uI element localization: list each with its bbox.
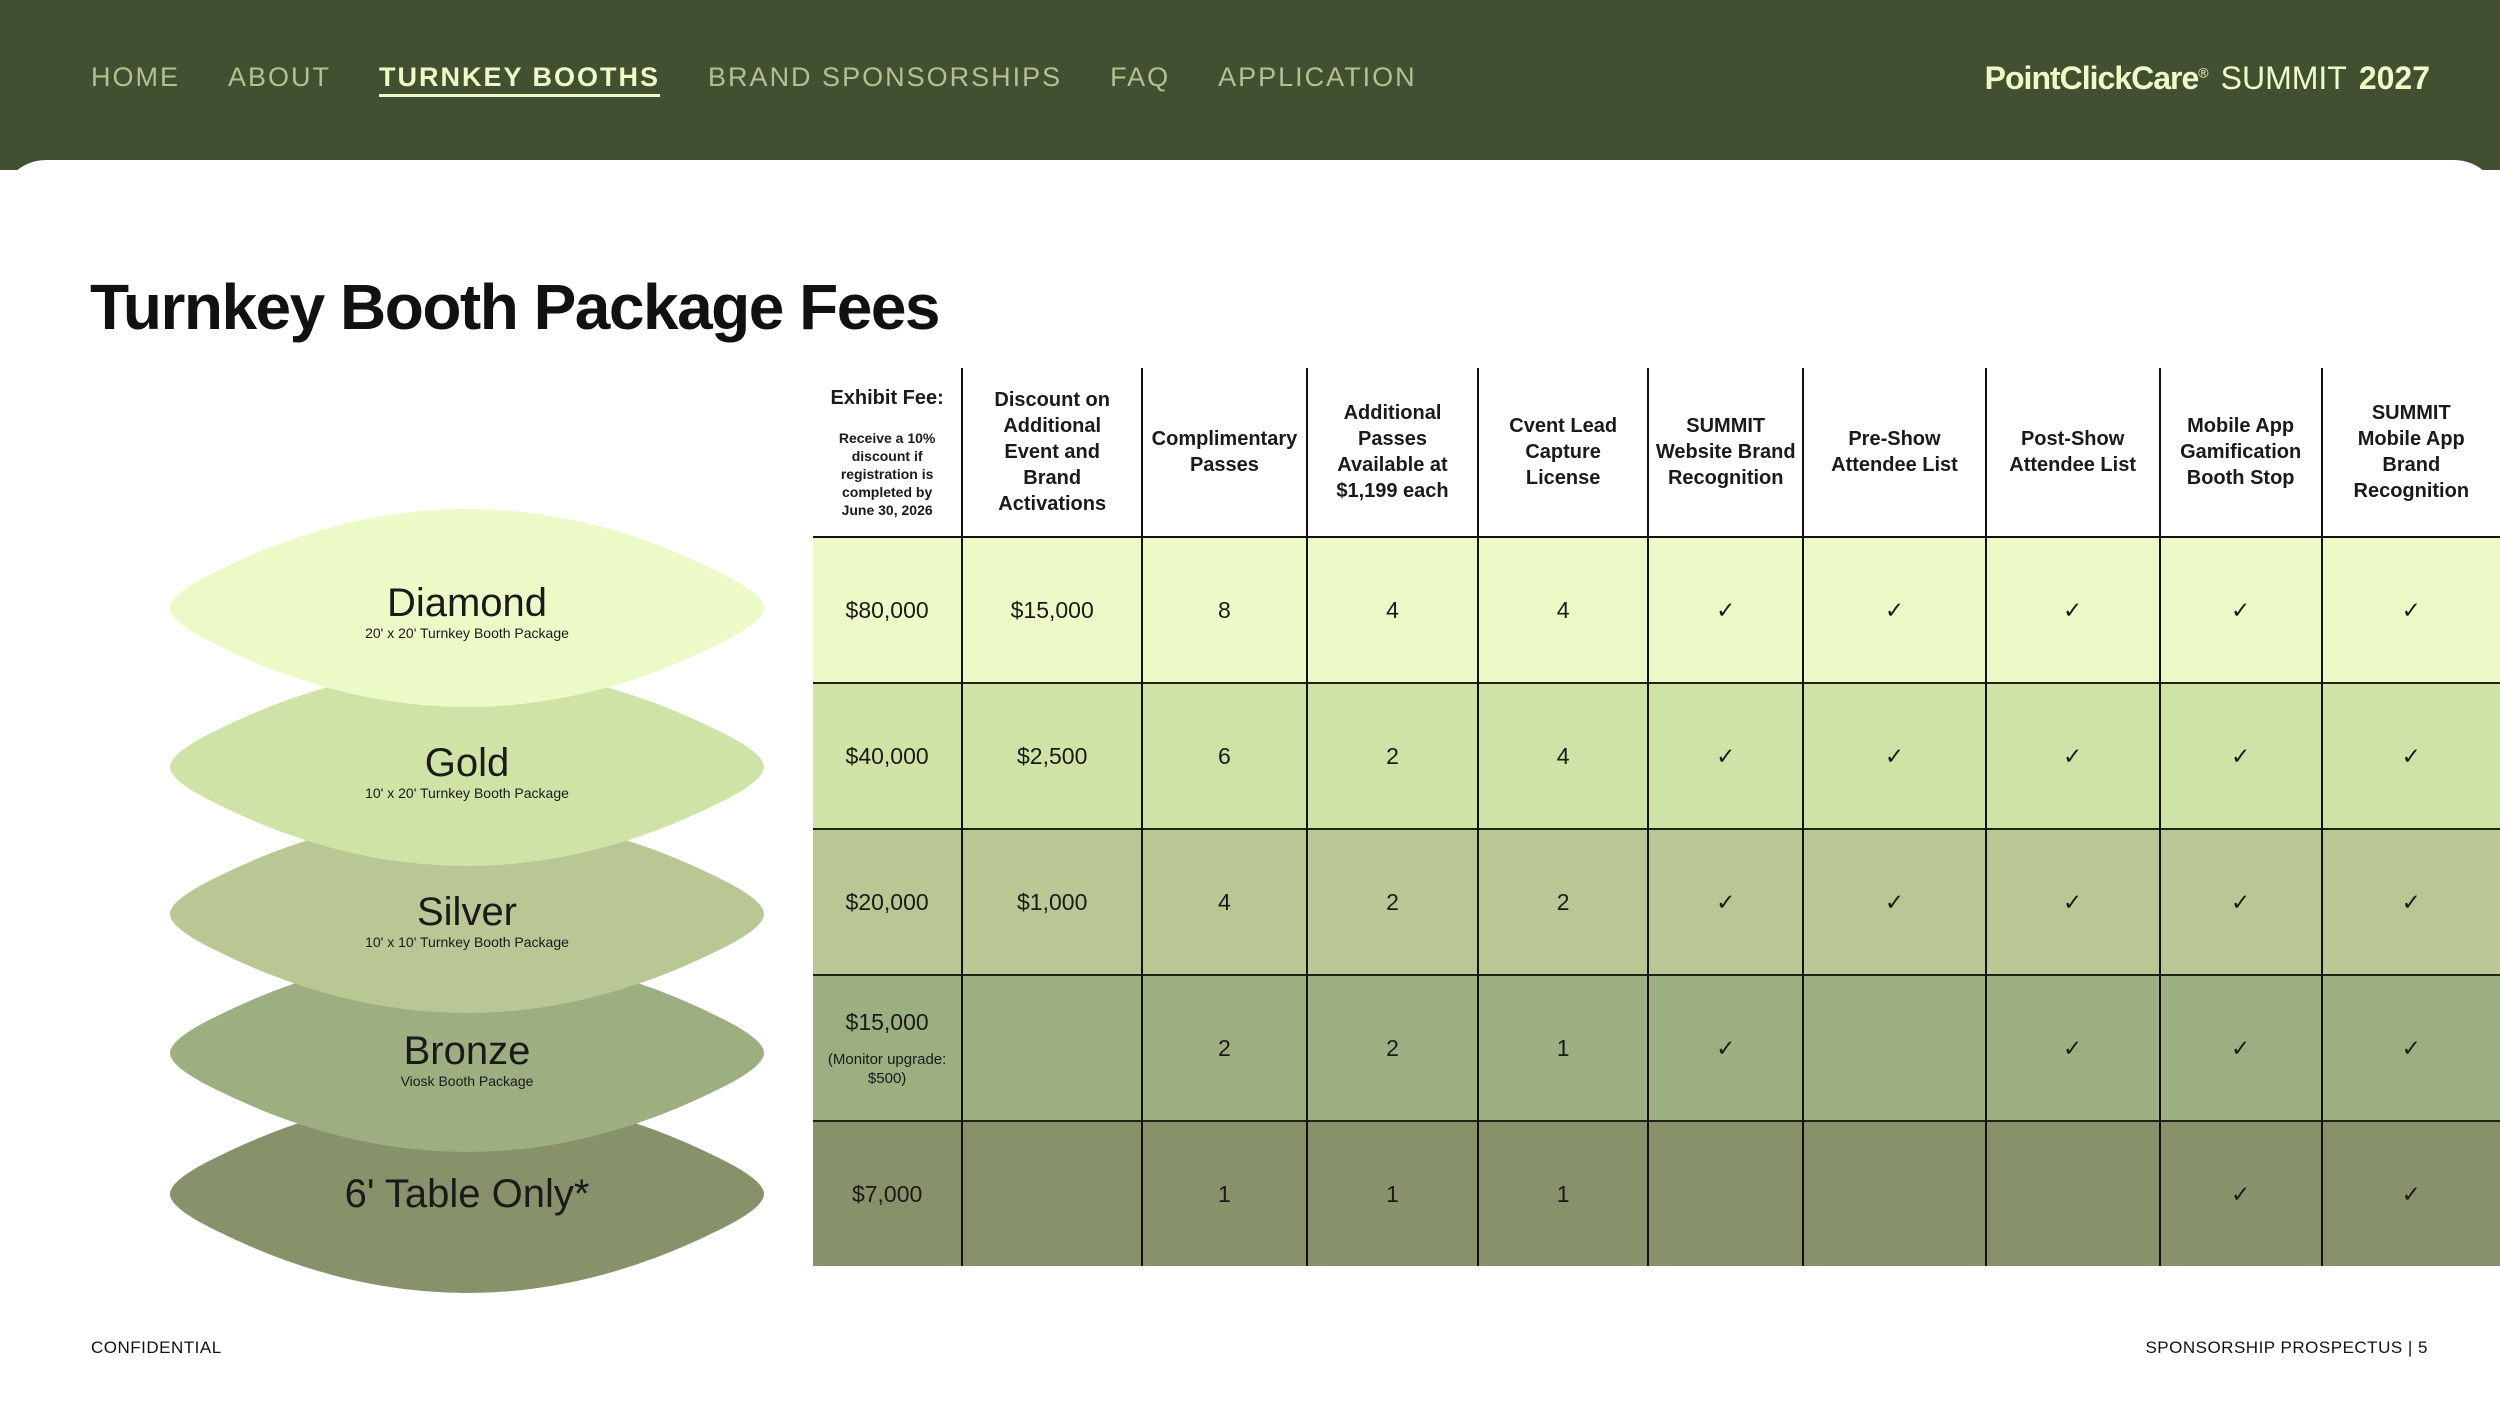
brand-logo[interactable]: PointClickCare® SUMMIT 2027 xyxy=(1985,60,2430,97)
table-cell: ✓ xyxy=(2320,536,2500,683)
table-row: $15,000 (Monitor upgrade: $500) 2 2 1 ✓ ✓… xyxy=(813,974,2500,1121)
table-cell xyxy=(961,1120,1143,1266)
table-cell xyxy=(1802,1120,1986,1266)
table-cell: ✓ xyxy=(2158,682,2322,829)
table-cell: 1 xyxy=(1141,1120,1307,1266)
table-cell xyxy=(1647,1120,1804,1266)
nav-item-brand-sponsorships[interactable]: BRAND SPONSORSHIPS xyxy=(708,62,1062,93)
column-header: Additional Passes Available at $1,199 ea… xyxy=(1305,368,1479,538)
brand-year: 2027 xyxy=(2358,60,2430,96)
package-fees-table: Exhibit Fee: Receive a 10% discount if re… xyxy=(813,368,2500,1266)
cell-value: $15,000 xyxy=(845,1008,929,1035)
table-cell: 1 xyxy=(1477,974,1649,1121)
brand-registered-mark: ® xyxy=(2198,64,2209,81)
table-cell: ✓ xyxy=(1647,536,1804,683)
table-cell: ✓ xyxy=(1984,536,2160,683)
column-header: Pre-Show Attendee List xyxy=(1802,368,1986,538)
nav-item-application[interactable]: APPLICATION xyxy=(1218,62,1417,93)
table-cell: 8 xyxy=(1141,536,1307,683)
tier-badge-diamond: Diamond 20' x 20' Turnkey Booth Package xyxy=(170,489,764,727)
table-cell: 1 xyxy=(1305,1120,1479,1266)
table-cell: 4 xyxy=(1477,682,1649,829)
nav-item-faq[interactable]: FAQ xyxy=(1110,62,1170,93)
tier-subtitle: Viosk Booth Package xyxy=(400,1073,534,1089)
table-cell: 4 xyxy=(1477,536,1649,683)
column-header: Mobile App Gamification Booth Stop xyxy=(2158,368,2322,538)
table-cell: ✓ xyxy=(2158,1120,2322,1266)
table-cell: 6 xyxy=(1141,682,1307,829)
nav-item-about[interactable]: ABOUT xyxy=(228,62,331,93)
header-label: Exhibit Fee: xyxy=(830,387,944,409)
nav-item-turnkey-booths[interactable]: TURNKEY BOOTHS xyxy=(379,62,660,93)
table-cell: 2 xyxy=(1477,828,1649,975)
table-cell: $20,000 xyxy=(813,828,963,975)
table-cell: 2 xyxy=(1305,682,1479,829)
tier-name: Diamond xyxy=(386,581,548,625)
column-header: Complimentary Passes xyxy=(1141,368,1307,538)
table-row: $20,000 $1,000 4 2 2 ✓ ✓ ✓ ✓ ✓ xyxy=(813,828,2500,975)
column-header: Exhibit Fee: Receive a 10% discount if re… xyxy=(813,368,963,538)
table-cell: ✓ xyxy=(1647,974,1804,1121)
column-header: SUMMIT Mobile App Brand Recognition xyxy=(2320,368,2500,538)
table-cell: $1,000 xyxy=(961,828,1143,975)
footer-confidential: CONFIDENTIAL xyxy=(91,1338,222,1357)
tier-name: Gold xyxy=(424,741,510,785)
table-cell: ✓ xyxy=(1984,974,2160,1121)
table-row: $7,000 1 1 1 ✓ ✓ xyxy=(813,1120,2500,1266)
table-cell: 4 xyxy=(1305,536,1479,683)
table-row: $40,000 $2,500 6 2 4 ✓ ✓ ✓ ✓ ✓ xyxy=(813,682,2500,829)
table-row: $80,000 $15,000 8 4 4 ✓ ✓ ✓ ✓ ✓ xyxy=(813,536,2500,683)
tier-subtitle: 10' x 20' Turnkey Booth Package xyxy=(365,785,569,801)
tier-subtitle: 20' x 20' Turnkey Booth Package xyxy=(365,625,569,641)
tier-subtitle: 10' x 10' Turnkey Booth Package xyxy=(365,934,569,950)
table-cell: 2 xyxy=(1305,828,1479,975)
tier-name: Silver xyxy=(416,890,518,934)
table-cell: $40,000 xyxy=(813,682,963,829)
table-cell: $15,000 xyxy=(961,536,1143,683)
table-cell: ✓ xyxy=(2320,974,2500,1121)
brand-company: PointClickCare xyxy=(1984,60,2200,96)
table-cell: 2 xyxy=(1141,974,1307,1121)
table-cell: 4 xyxy=(1141,828,1307,975)
table-cell: ✓ xyxy=(2158,536,2322,683)
table-cell: 2 xyxy=(1305,974,1479,1121)
table-cell xyxy=(1802,974,1986,1121)
brand-event: SUMMIT xyxy=(2220,60,2347,96)
table-cell: ✓ xyxy=(1984,682,2160,829)
table-cell: ✓ xyxy=(2320,1120,2500,1266)
main-nav: HOME ABOUT TURNKEY BOOTHS BRAND SPONSORS… xyxy=(91,62,1417,93)
table-cell: $80,000 xyxy=(813,536,963,683)
header-note: Receive a 10% discount if registration i… xyxy=(838,430,936,518)
table-cell: ✓ xyxy=(1647,682,1804,829)
table-cell: ✓ xyxy=(1984,828,2160,975)
table-cell: $2,500 xyxy=(961,682,1143,829)
tier-name: Bronze xyxy=(403,1029,531,1073)
table-cell: 1 xyxy=(1477,1120,1649,1266)
column-header: Cvent Lead Capture License xyxy=(1477,368,1649,538)
table-cell: $7,000 xyxy=(813,1120,963,1266)
footer-page-label: SPONSORSHIP PROSPECTUS | 5 xyxy=(2145,1338,2428,1357)
table-cell: $15,000 (Monitor upgrade: $500) xyxy=(813,974,963,1121)
table-cell: ✓ xyxy=(2320,828,2500,975)
table-cell: ✓ xyxy=(1647,828,1804,975)
table-header-row: Exhibit Fee: Receive a 10% discount if re… xyxy=(813,368,2500,538)
tier-name: 6' Table Only* xyxy=(344,1172,590,1216)
column-header: Discount on Additional Event and Brand A… xyxy=(961,368,1143,538)
table-cell: ✓ xyxy=(2320,682,2500,829)
column-header: SUMMIT Website Brand Recognition xyxy=(1647,368,1804,538)
page-title: Turnkey Booth Package Fees xyxy=(90,271,941,343)
table-cell: ✓ xyxy=(1802,536,1986,683)
table-cell xyxy=(1984,1120,2160,1266)
nav-item-home[interactable]: HOME xyxy=(91,62,180,93)
table-cell: ✓ xyxy=(2158,974,2322,1121)
column-header: Post-Show Attendee List xyxy=(1984,368,2160,538)
table-cell: ✓ xyxy=(2158,828,2322,975)
table-cell xyxy=(961,974,1143,1121)
table-cell: ✓ xyxy=(1802,828,1986,975)
cell-note: (Monitor upgrade: $500) xyxy=(827,1050,947,1087)
table-cell: ✓ xyxy=(1802,682,1986,829)
